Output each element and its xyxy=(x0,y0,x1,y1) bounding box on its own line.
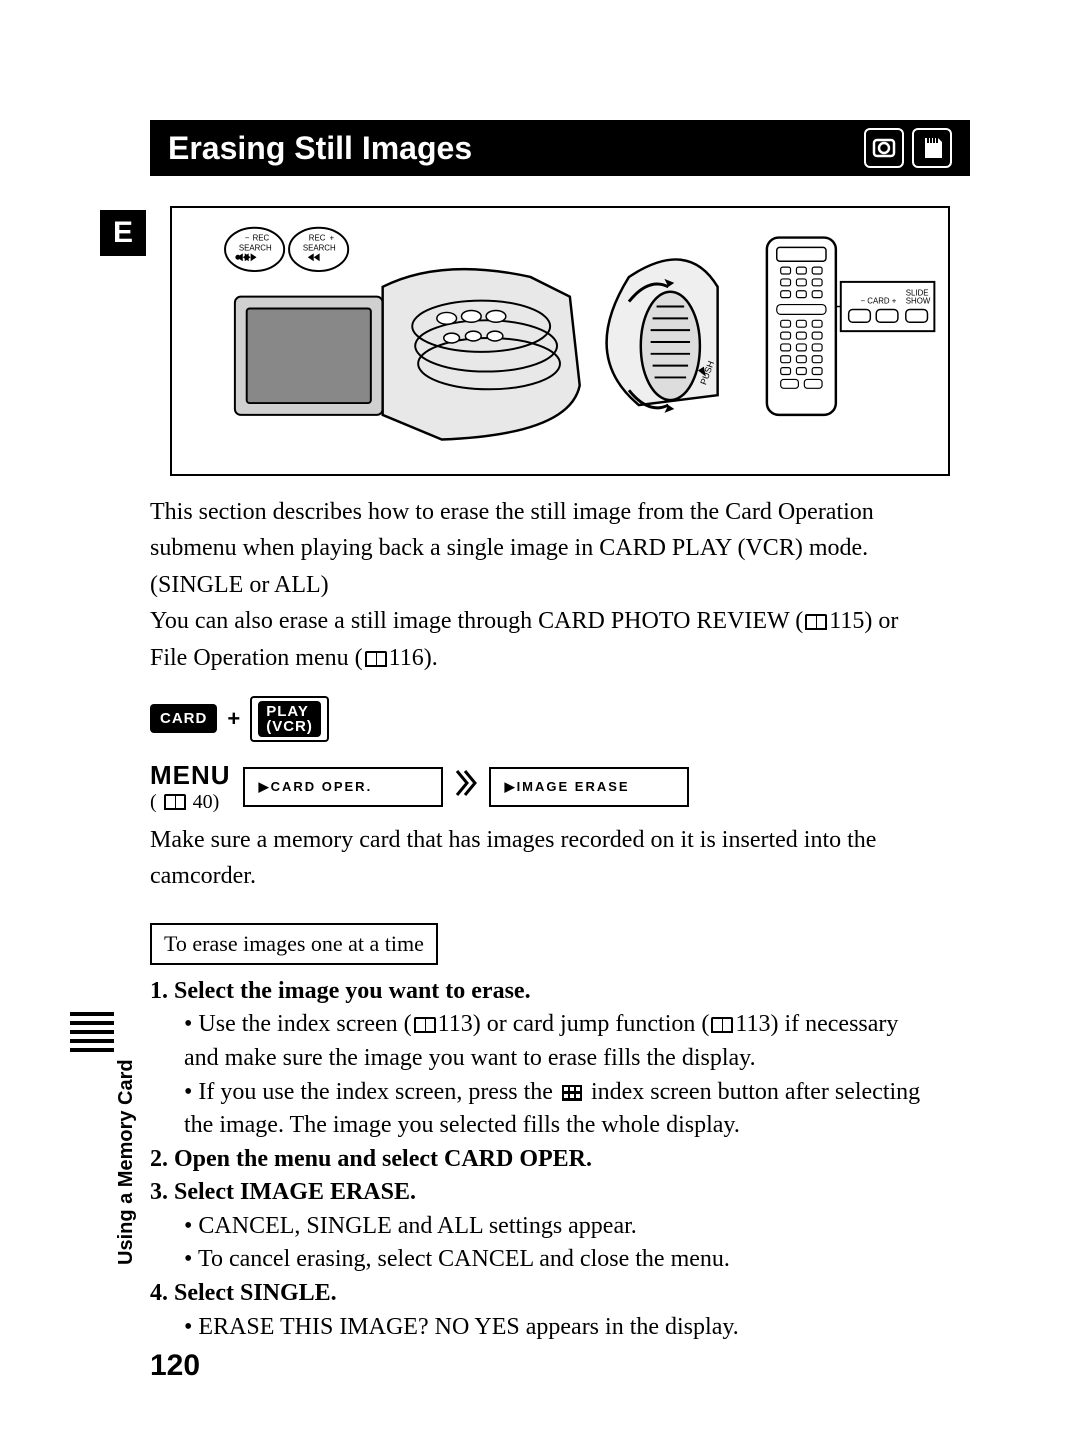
inset-box: To erase images one at a time xyxy=(150,923,438,965)
plus-icon: + xyxy=(227,706,240,732)
page-number: 120 xyxy=(150,1349,200,1383)
vcr-label: (VCR) xyxy=(266,718,313,735)
play-vcr-pill: PLAY (VCR) xyxy=(250,696,329,742)
intro-line3: (SINGLE or ALL) xyxy=(150,572,329,598)
step1-bullet2: If you use the index screen, press the i… xyxy=(184,1076,970,1143)
intro-line4b: 115) or xyxy=(829,608,898,634)
card-pill: CARD xyxy=(150,704,217,733)
menu-box-image-erase: ▶IMAGE ERASE xyxy=(489,767,689,807)
s1b1c: 113) if necessary xyxy=(735,1011,898,1037)
double-arrow-icon xyxy=(455,769,477,804)
s1b2a: If you use the index screen, press the xyxy=(198,1079,559,1105)
intro-line1: This section describes how to erase the … xyxy=(150,499,874,525)
svg-text:− CARD +: − CARD + xyxy=(860,297,896,306)
step3-bullet2: To cancel erasing, select CANCEL and clo… xyxy=(184,1243,970,1277)
menu-row: MENU ( 40) ▶CARD OPER. ▶IMAGE ERASE xyxy=(150,760,980,814)
steps-block: 1. Select the image you want to erase. U… xyxy=(150,975,970,1345)
section-marker-lines xyxy=(70,1012,114,1052)
svg-text:−: − xyxy=(245,234,250,243)
book-icon xyxy=(414,1017,436,1033)
step1-bullet1: Use the index screen ( 113) or card jump … xyxy=(184,1008,970,1075)
search-label-left: SEARCH xyxy=(239,243,272,252)
menu-label: MENU xyxy=(150,760,231,791)
book-icon xyxy=(365,651,387,667)
language-badge: E xyxy=(100,210,146,256)
intro-line5b: 116). xyxy=(389,645,438,671)
note-l1: Make sure a memory card that has images … xyxy=(150,827,876,853)
menu-box-card-oper: ▶CARD OPER. xyxy=(243,767,443,807)
menu-box2-text: IMAGE ERASE xyxy=(517,779,630,794)
intro-paragraph: This section describes how to erase the … xyxy=(150,496,970,674)
svg-text:SEARCH: SEARCH xyxy=(303,243,336,252)
menu-box1-text: CARD OPER. xyxy=(271,779,373,794)
page-title: Erasing Still Images xyxy=(168,130,864,167)
camcorder-illustration: − REC SEARCH REC + SEARCH xyxy=(170,206,950,476)
intro-line2: submenu when playing back a single image… xyxy=(150,535,868,561)
svg-text:SHOW: SHOW xyxy=(906,297,931,306)
step4-bullet1: ERASE THIS IMAGE? NO YES appears in the … xyxy=(184,1311,970,1345)
svg-text:+: + xyxy=(329,234,334,243)
svg-text:REC: REC xyxy=(309,234,326,243)
menu-label-block: MENU ( 40) xyxy=(150,760,231,814)
title-bar: Erasing Still Images xyxy=(150,120,970,176)
s1b1b: 113) or card jump function ( xyxy=(438,1011,710,1037)
s1b2b: index screen button after selecting xyxy=(585,1079,920,1105)
card-mode-icon xyxy=(864,128,904,168)
book-icon xyxy=(805,614,827,630)
book-icon xyxy=(711,1017,733,1033)
section-tab: Using a Memory Card xyxy=(115,1059,138,1265)
note-l2: camcorder. xyxy=(150,863,256,889)
s1b1d: and make sure the image you want to eras… xyxy=(184,1045,756,1071)
memory-card-icon xyxy=(912,128,952,168)
book-icon xyxy=(164,794,186,810)
rec-label-left: REC xyxy=(253,234,270,243)
intro-line4a: You can also erase a still image through… xyxy=(150,608,803,634)
intro-line5a: File Operation menu ( xyxy=(150,645,363,671)
note-paragraph: Make sure a memory card that has images … xyxy=(150,824,970,893)
illustration-block: − REC SEARCH REC + SEARCH xyxy=(150,206,980,476)
step1-head: 1. Select the image you want to erase. xyxy=(150,975,970,1009)
step2-head: 2. Open the menu and select CARD OPER. xyxy=(150,1143,970,1177)
step3-bullet1: CANCEL, SINGLE and ALL settings appear. xyxy=(184,1210,970,1244)
title-icons xyxy=(864,128,952,168)
index-screen-icon xyxy=(562,1078,582,1094)
s1b1a: Use the index screen ( xyxy=(198,1011,411,1037)
inset-wrap: To erase images one at a time xyxy=(150,897,980,975)
menu-ref: ( 40) xyxy=(150,791,231,814)
step4-head: 4. Select SINGLE. xyxy=(150,1277,970,1311)
mode-row: CARD + PLAY (VCR) xyxy=(150,696,980,742)
step3-head: 3. Select IMAGE ERASE. xyxy=(150,1176,970,1210)
menu-ref-num: 40) xyxy=(193,791,220,813)
s1b2c: the image. The image you selected fills … xyxy=(184,1112,740,1138)
